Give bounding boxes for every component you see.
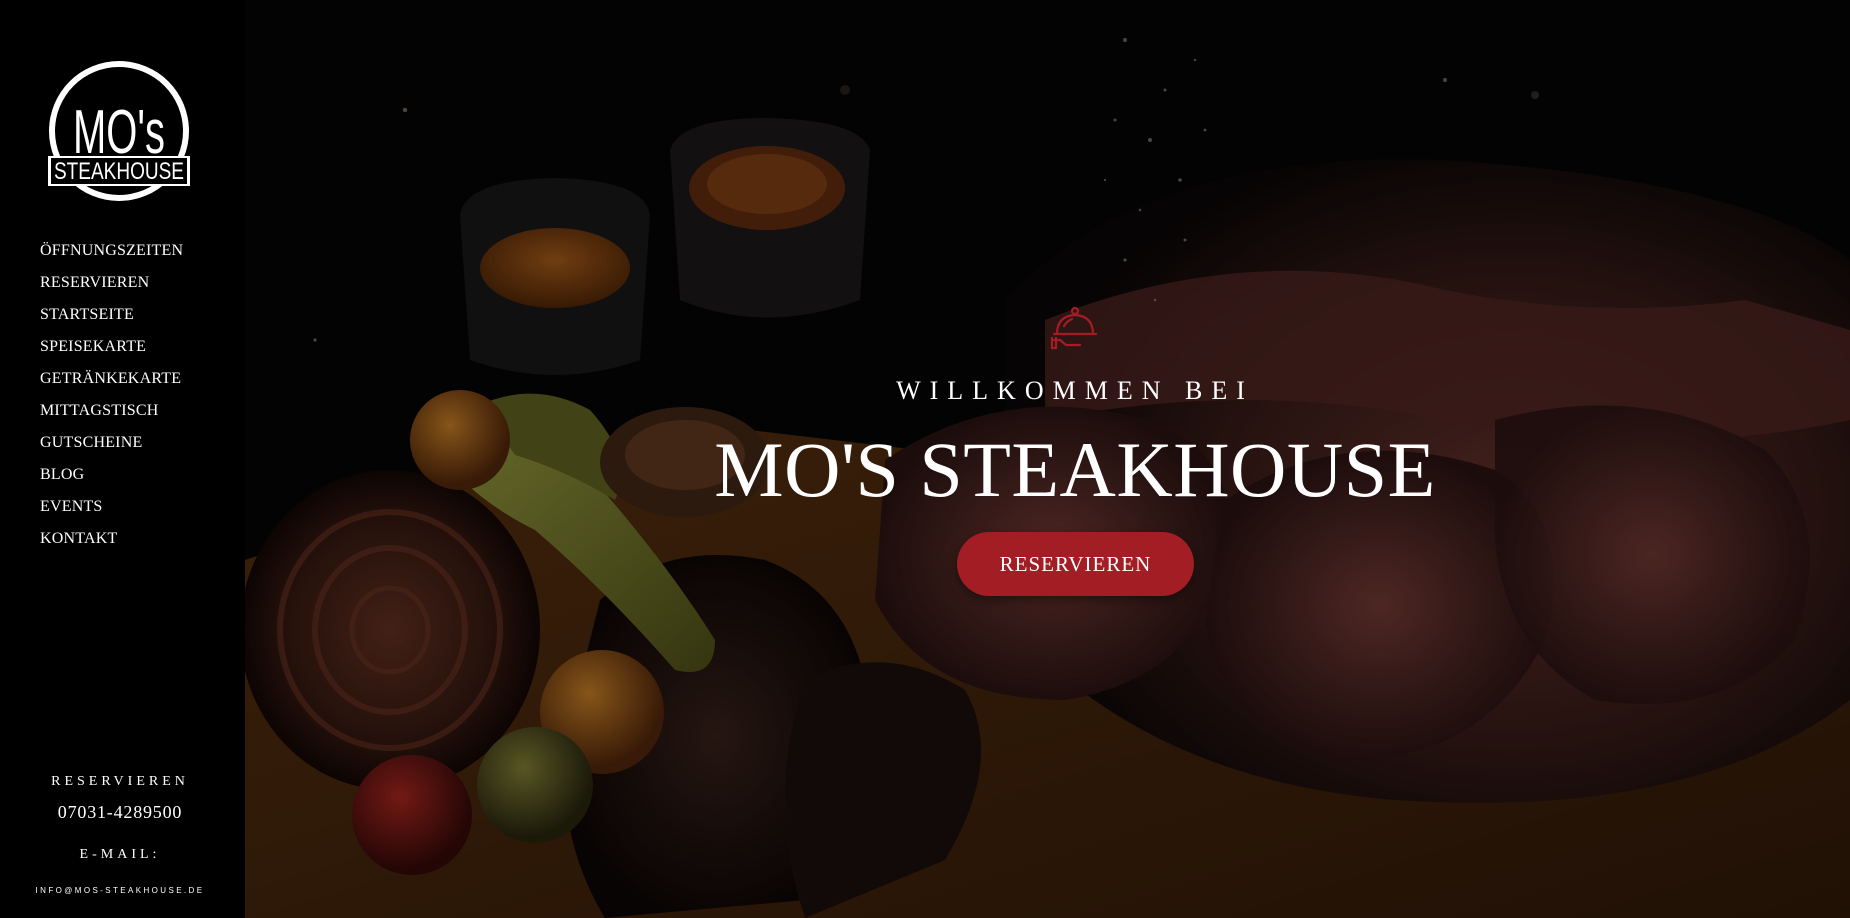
nav-item: SPEISEKARTE <box>40 336 183 368</box>
sidebar: MO's STEAKHOUSE ÖFFNUNGSZEITEN RESERVIER… <box>0 0 245 918</box>
nav-link-oeffnungszeiten[interactable]: ÖFFNUNGSZEITEN <box>40 242 183 259</box>
nav-link-getraenkekarte[interactable]: GETRÄNKEKARTE <box>40 370 181 387</box>
nav-link-reservieren[interactable]: RESERVIEREN <box>40 274 149 291</box>
sidebar-reserve-label: RESERVIEREN <box>51 774 189 789</box>
nav-link-gutscheine[interactable]: GUTSCHEINE <box>40 434 142 451</box>
nav-item: ÖFFNUNGSZEITEN <box>40 240 183 272</box>
nav-link-kontakt[interactable]: KONTAKT <box>40 530 117 547</box>
nav-link-mittagstisch[interactable]: MITTAGSTISCH <box>40 402 158 419</box>
nav-link-blog[interactable]: BLOG <box>40 466 84 483</box>
sidebar-email-link[interactable]: INFO@MOS-STEAKHOUSE.DE <box>0 886 240 895</box>
sidebar-email-label: E-MAIL: <box>79 847 161 862</box>
nav-item: KONTAKT <box>40 528 183 560</box>
nav-link-startseite[interactable]: STARTSEITE <box>40 306 134 323</box>
nav-item: RESERVIEREN <box>40 272 183 304</box>
hero-welcome-text: WILLKOMMEN BEI <box>896 376 1254 405</box>
logo-link[interactable]: MO's STEAKHOUSE <box>47 59 191 203</box>
nav-item: MITTAGSTISCH <box>40 400 183 432</box>
logo-text-bottom: STEAKHOUSE <box>54 158 184 185</box>
nav-item: GUTSCHEINE <box>40 432 183 464</box>
nav-item: GETRÄNKEKARTE <box>40 368 183 400</box>
nav-item: EVENTS <box>40 496 183 528</box>
page: MO's STEAKHOUSE ÖFFNUNGSZEITEN RESERVIER… <box>0 0 1850 918</box>
nav-link-speisekarte[interactable]: SPEISEKARTE <box>40 338 146 355</box>
main-nav: ÖFFNUNGSZEITEN RESERVIEREN STARTSEITE SP… <box>40 240 183 560</box>
sidebar-phone-link[interactable]: 07031-4289500 <box>0 802 240 823</box>
nav-item: BLOG <box>40 464 183 496</box>
logo-icon: MO's STEAKHOUSE <box>48 61 190 201</box>
hero-title: MO'S STEAKHOUSE <box>714 426 1436 513</box>
nav-item: STARTSEITE <box>40 304 183 336</box>
hero-section: WILLKOMMEN BEI MO'S STEAKHOUSE RESERVIER… <box>245 0 1850 918</box>
cloche-icon <box>1050 306 1098 350</box>
hero-reserve-button[interactable]: RESERVIEREN <box>957 532 1194 596</box>
nav-link-events[interactable]: EVENTS <box>40 498 103 515</box>
